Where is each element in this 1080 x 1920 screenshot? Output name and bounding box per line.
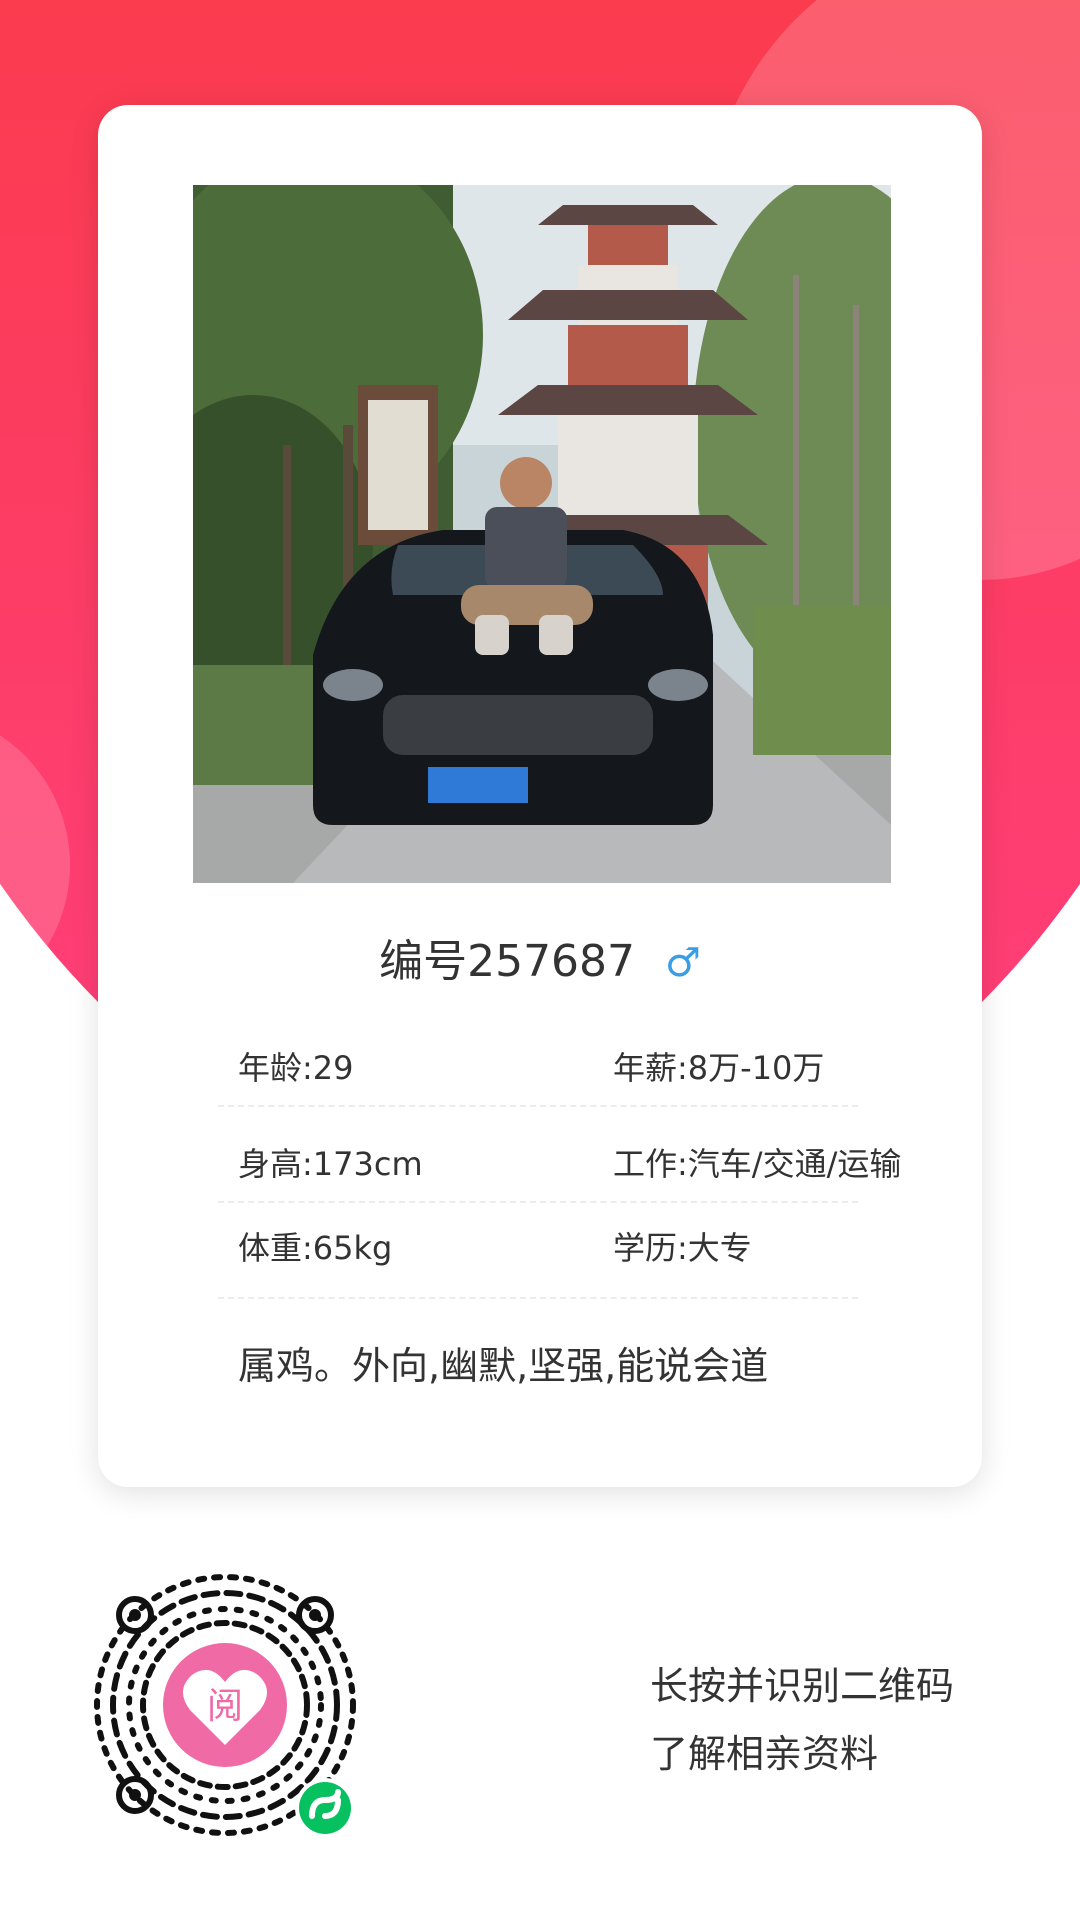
age-field: 年龄:29 — [238, 1049, 354, 1087]
mini-program-badge — [299, 1782, 351, 1834]
info-row-1: 年龄:29 年薪:8万-10万 — [218, 1025, 858, 1107]
info-row-3: 体重:65kg 学历:大专 — [218, 1201, 858, 1299]
salary-field: 年薪:8万-10万 — [613, 1049, 825, 1087]
photo-illustration — [193, 185, 891, 883]
height-field: 身高:173cm — [238, 1145, 423, 1183]
qr-code-pattern: 阅 — [94, 1574, 356, 1838]
education-field: 学历:大专 — [613, 1229, 752, 1267]
profile-id-title: 编号257687 ♂ — [98, 925, 982, 989]
profile-photo[interactable] — [193, 185, 891, 883]
profile-description: 属鸡。外向,幽默,坚强,能说会道 — [238, 1344, 769, 1388]
profile-card: 编号257687 ♂ 年龄:29 年薪:8万-10万 身高:173cm 工作:汽车… — [98, 105, 982, 1487]
mini-program-qr-code[interactable]: 阅 — [80, 1560, 370, 1850]
qr-logo-glyph: 阅 — [207, 1686, 243, 1727]
info-row-2: 身高:173cm 工作:汽车/交通/运输 — [218, 1105, 901, 1203]
qr-instruction-line-1: 长按并识别二维码 — [650, 1664, 955, 1708]
job-field: 工作:汽车/交通/运输 — [613, 1145, 902, 1183]
qr-instructions: 长按并识别二维码 了解相亲资料 — [650, 1652, 954, 1788]
profile-id: 编号257687 — [379, 936, 636, 987]
male-gender-icon: ♂ — [665, 940, 701, 986]
qr-instruction-line-2: 了解相亲资料 — [650, 1732, 879, 1776]
weight-field: 体重:65kg — [238, 1229, 393, 1267]
